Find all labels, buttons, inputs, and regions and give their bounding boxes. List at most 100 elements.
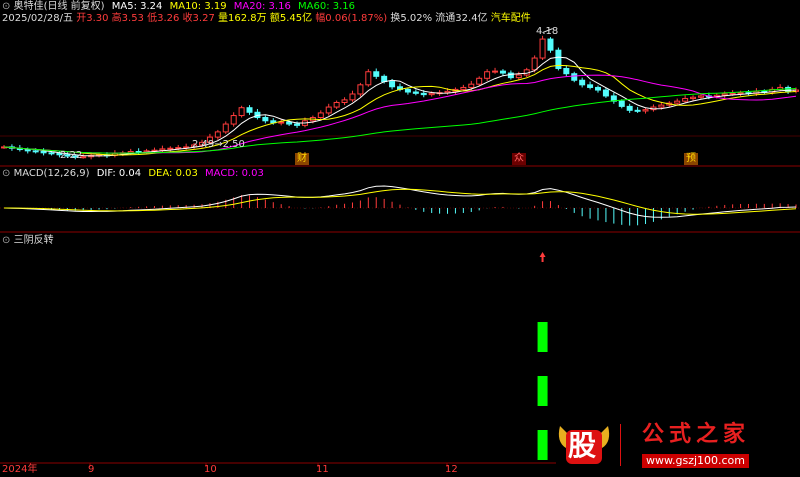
xaxis-label-year: 2024年 xyxy=(2,464,38,475)
candle-body xyxy=(674,100,681,104)
candle-body xyxy=(175,147,182,150)
candle-body xyxy=(515,74,522,79)
candle-body xyxy=(737,92,744,95)
ma-lines-layer xyxy=(3,28,797,157)
candle-body xyxy=(389,81,396,88)
macd-layer xyxy=(3,185,797,226)
candle-body xyxy=(341,99,348,103)
watermark: 股 公式之家 www.gszj100.com xyxy=(556,418,780,476)
candle-body xyxy=(634,109,641,112)
ma10-value: MA10: 3.19 xyxy=(169,1,227,12)
header-quote-row: 2025/02/28/五 开3.30 高3.53 低3.26 收3.27 量16… xyxy=(2,13,531,25)
candle-body xyxy=(476,77,483,85)
candle-body xyxy=(278,121,285,124)
candle-body xyxy=(428,92,435,96)
candle-body xyxy=(325,106,332,114)
candle-body xyxy=(357,84,364,95)
ma60-value: MA60: 3.16 xyxy=(298,1,356,12)
candle-body xyxy=(294,123,301,126)
candle-body xyxy=(246,107,253,113)
quote-change: 幅0.06(1.87%) xyxy=(315,13,388,24)
stock-chart xyxy=(0,28,800,467)
candle-body xyxy=(262,117,269,122)
candle-body xyxy=(40,151,47,154)
candle-body xyxy=(547,38,554,51)
candle-body xyxy=(214,131,221,138)
candle-body xyxy=(381,75,388,83)
range-price-label: 2.49→2.50 xyxy=(192,139,245,150)
low-price-label: 2.22 xyxy=(60,150,83,161)
ma60-line xyxy=(3,88,797,154)
candle-body xyxy=(468,83,475,88)
candles-layer xyxy=(1,35,799,160)
xaxis-label-11: 11 xyxy=(316,464,329,475)
candle-body xyxy=(420,92,427,96)
candle-body xyxy=(539,38,546,59)
candle-body xyxy=(48,152,55,155)
quote-close: 收3.27 xyxy=(182,13,215,24)
signal-bar xyxy=(537,430,548,460)
indicator-collapse-icon[interactable]: ⊙ xyxy=(2,235,10,246)
candle-body xyxy=(333,101,340,108)
candle-body xyxy=(24,149,31,152)
ma10-line xyxy=(3,64,797,156)
candle-body xyxy=(32,150,39,153)
watermark-logo: 股 xyxy=(556,422,612,466)
candle-body xyxy=(563,67,570,75)
quote-open: 开3.30 xyxy=(76,13,109,24)
quote-low: 低3.26 xyxy=(147,13,180,24)
candle-body xyxy=(729,92,736,95)
candle-body xyxy=(499,70,506,74)
watermark-url: www.gszj100.com xyxy=(642,454,750,468)
header-title-row: ⊙ 奥特佳(日线 前复权) MA5: 3.24 MA10: 3.19 MA20:… xyxy=(2,1,355,13)
event-badge-finance[interactable]: 财 xyxy=(295,153,309,165)
signal-bar xyxy=(537,322,548,352)
candle-body xyxy=(587,84,594,88)
candle-body xyxy=(595,86,601,91)
candle-body xyxy=(230,115,237,125)
candle-body xyxy=(618,100,625,107)
collapse-icon[interactable]: ⊙ xyxy=(2,1,10,12)
candle-body xyxy=(626,105,633,111)
macd-name: MACD(12,26,9) xyxy=(13,168,90,179)
candle-body xyxy=(682,98,689,102)
quote-amount: 额5.45亿 xyxy=(269,13,313,24)
signal-bar xyxy=(537,376,548,406)
candle-body xyxy=(286,121,293,125)
candle-body xyxy=(222,123,229,133)
quote-high: 高3.53 xyxy=(111,13,144,24)
candle-body xyxy=(492,70,499,73)
candle-body xyxy=(317,112,324,119)
watermark-divider xyxy=(620,424,621,466)
candle-body xyxy=(484,71,491,79)
candle-body xyxy=(365,71,372,86)
macd-header: ⊙ MACD(12,26,9) DIF: 0.04 DEA: 0.03 MACD… xyxy=(2,168,264,180)
ma20-value: MA20: 3.16 xyxy=(233,1,291,12)
ma5-line xyxy=(3,56,797,157)
candle-body xyxy=(579,79,586,86)
indicator-name: 三阴反转 xyxy=(13,235,54,246)
high-price-label: 4.18 xyxy=(536,26,559,37)
candle-body xyxy=(658,104,665,108)
candle-body xyxy=(135,151,142,154)
candle-body xyxy=(602,89,609,97)
stock-title: 奥特佳(日线 前复权) xyxy=(13,1,105,12)
macd-dif: DIF: 0.04 xyxy=(96,168,142,179)
candle-body xyxy=(571,73,578,81)
event-badge-group[interactable]: 众 xyxy=(512,153,526,165)
candle-body xyxy=(349,93,356,101)
quote-float: 流通32.4亿 xyxy=(435,13,488,24)
candle-body xyxy=(697,95,704,98)
macd-collapse-icon[interactable]: ⊙ xyxy=(2,168,10,179)
event-badge-forecast[interactable]: 预 xyxy=(684,153,698,165)
candle-body xyxy=(159,148,166,151)
quote-turnover: 换5.02% xyxy=(390,13,433,24)
candle-body xyxy=(167,147,174,150)
candle-body xyxy=(642,109,649,112)
candle-body xyxy=(238,107,245,117)
xaxis-label-9: 9 xyxy=(88,464,95,475)
ma5-value: MA5: 3.24 xyxy=(111,1,163,12)
macd-dea: DEA: 0.03 xyxy=(148,168,198,179)
xaxis-label-10: 10 xyxy=(204,464,217,475)
signal-arrow xyxy=(539,252,546,262)
